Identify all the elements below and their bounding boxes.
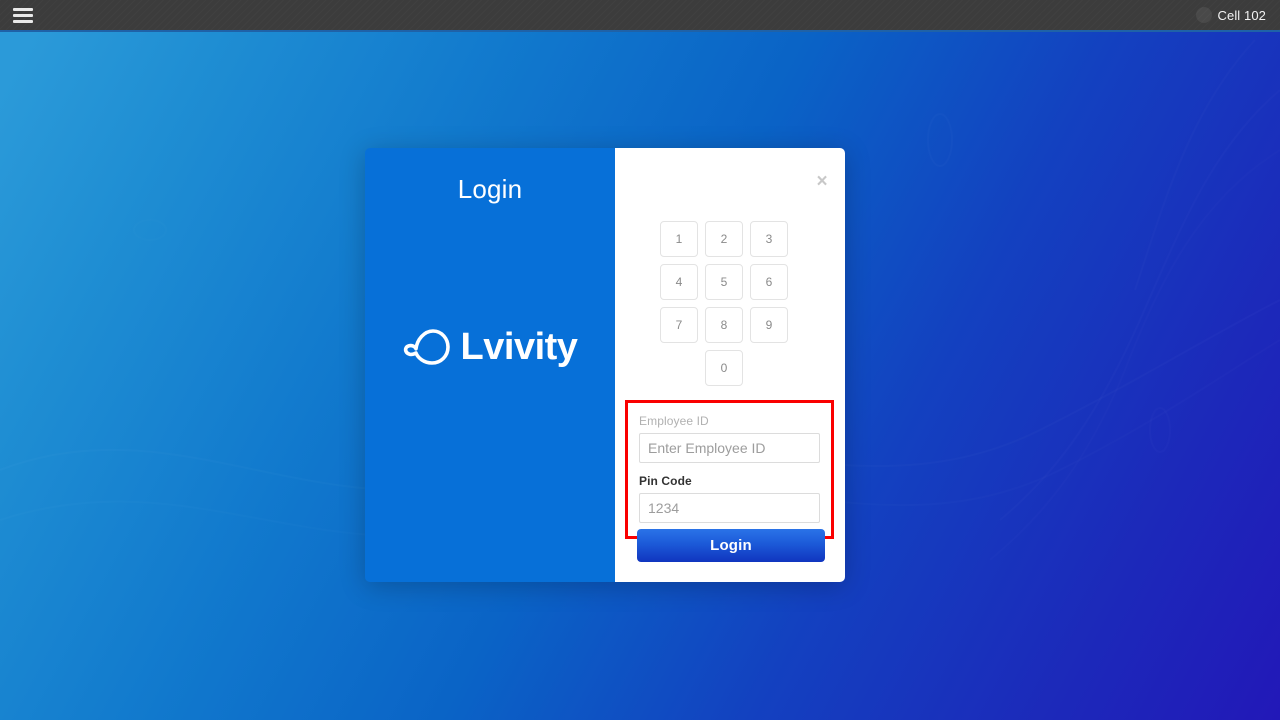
hamburger-bar bbox=[13, 7, 33, 11]
modal-form-panel: × 1 2 3 4 5 6 7 8 9 0 Employee ID Pin Co… bbox=[615, 148, 845, 582]
brand-name: Lvivity bbox=[460, 326, 578, 368]
login-modal: Login Lvivity × 1 2 3 4 5 6 7 8 9 0 Empl… bbox=[365, 148, 845, 582]
keypad-key-6[interactable]: 6 bbox=[750, 264, 788, 300]
modal-title: Login bbox=[457, 174, 523, 204]
numeric-keypad: 1 2 3 4 5 6 7 8 9 0 bbox=[660, 221, 801, 386]
top-bar-right-group: Cell 102 bbox=[1195, 7, 1267, 23]
employee-id-label: Employee ID bbox=[639, 414, 709, 428]
hamburger-menu-icon[interactable] bbox=[6, 0, 40, 30]
keypad-key-3[interactable]: 3 bbox=[750, 221, 788, 257]
keypad-key-9[interactable]: 9 bbox=[750, 307, 788, 343]
lvivity-loop-logo-icon bbox=[403, 329, 450, 365]
field-spacer bbox=[639, 463, 820, 474]
keypad-key-0[interactable]: 0 bbox=[705, 350, 743, 386]
login-button[interactable]: Login bbox=[637, 529, 825, 562]
desktop-background: Cell 102 Login Lvivity × 1 2 3 4 5 6 7 8… bbox=[0, 0, 1280, 720]
keypad-key-2[interactable]: 2 bbox=[705, 221, 743, 257]
modal-branding-panel: Login Lvivity bbox=[365, 148, 615, 582]
pin-code-input[interactable] bbox=[639, 493, 820, 523]
close-icon[interactable]: × bbox=[811, 170, 833, 192]
credentials-field-group: Employee ID Pin Code bbox=[625, 400, 834, 539]
cell-label: Cell 102 bbox=[1217, 7, 1266, 23]
brand-lockup: Lvivity bbox=[365, 326, 615, 368]
keypad-key-4[interactable]: 4 bbox=[660, 264, 698, 300]
hamburger-bar bbox=[13, 19, 33, 23]
pin-code-label: Pin Code bbox=[639, 474, 692, 488]
hamburger-bar bbox=[13, 13, 33, 17]
user-avatar-icon bbox=[1195, 7, 1212, 23]
top-bar: Cell 102 bbox=[0, 0, 1280, 32]
employee-id-input[interactable] bbox=[639, 433, 820, 463]
keypad-key-1[interactable]: 1 bbox=[660, 221, 698, 257]
keypad-key-5[interactable]: 5 bbox=[705, 264, 743, 300]
keypad-key-8[interactable]: 8 bbox=[705, 307, 743, 343]
keypad-key-7[interactable]: 7 bbox=[660, 307, 698, 343]
